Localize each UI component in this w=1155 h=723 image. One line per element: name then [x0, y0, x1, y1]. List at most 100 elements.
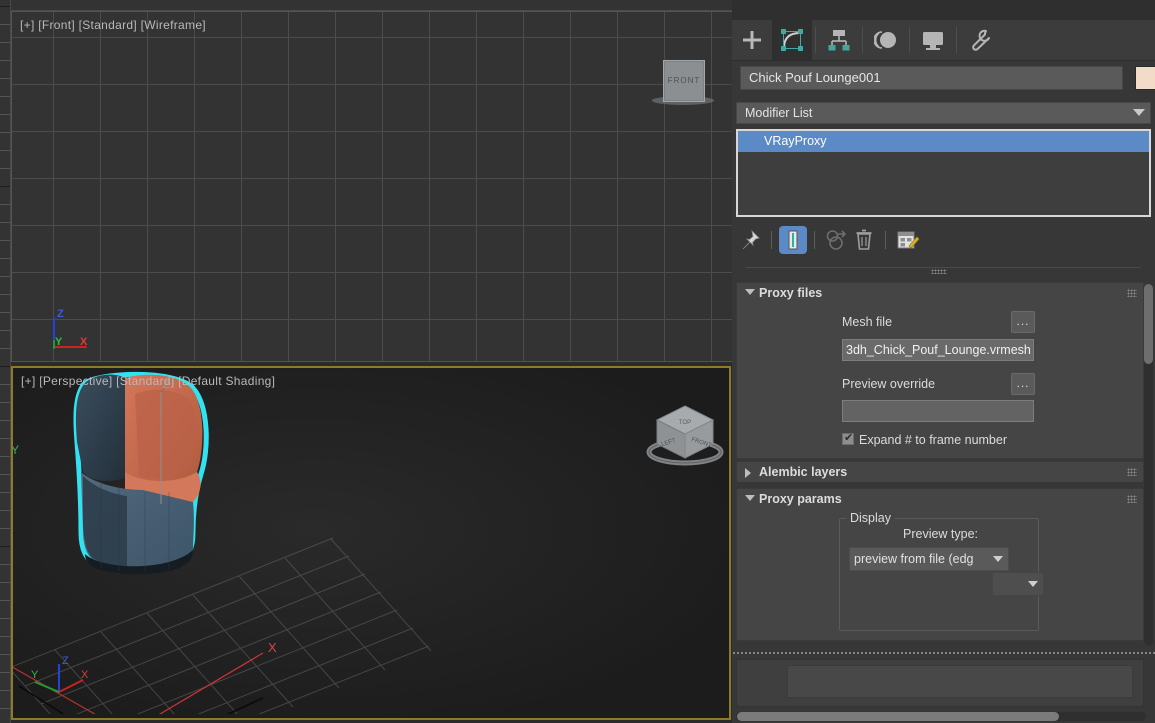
display-group-title: Display [846, 511, 895, 525]
motion-icon [874, 31, 896, 49]
preview-override-browse-button[interactable]: ... [1011, 373, 1035, 395]
tab-motion[interactable] [866, 20, 906, 60]
chevron-down-icon [1028, 581, 1038, 587]
front-viewcube[interactable]: FRONT [652, 60, 714, 108]
panel-resize-grip[interactable] [931, 269, 947, 274]
svg-text:Y: Y [13, 443, 19, 457]
show-end-result-icon[interactable] [779, 226, 807, 254]
plus-icon [743, 31, 761, 49]
rollout-proxy-files-header[interactable]: Proxy files [737, 283, 1143, 303]
stack-item-vrayproxy[interactable]: VRayProxy [738, 131, 1149, 152]
stack-sep-2 [814, 231, 815, 249]
modifier-stack[interactable]: VRayProxy [736, 129, 1151, 217]
object-name-row: Chick Pouf Lounge001 [740, 66, 1155, 90]
horizontal-ruler [0, 0, 732, 11]
tab-separator-2 [862, 27, 863, 53]
vscrollbar-thumb[interactable] [1144, 284, 1153, 364]
tab-hierarchy[interactable] [819, 20, 859, 60]
front-viewport-label[interactable]: [+] [Front] [Standard] [Wireframe] [20, 18, 206, 32]
object-name-field[interactable]: Chick Pouf Lounge001 [740, 66, 1123, 90]
preview-type-value: preview from file (edg [854, 552, 974, 566]
front-viewport[interactable]: [+] [Front] [Standard] [Wireframe] FRONT… [11, 11, 733, 362]
svg-text:TOP: TOP [679, 420, 691, 426]
rollout-grip-icon [1127, 495, 1137, 503]
modify-icon [781, 29, 803, 51]
mesh-file-field[interactable]: 3dh_Chick_Pouf_Lounge.vrmesh [842, 339, 1034, 361]
perspective-viewcube[interactable]: TOP LEFT FRONT [643, 400, 727, 472]
stack-sep-3 [885, 231, 886, 249]
hierarchy-icon [828, 30, 850, 51]
object-color-swatch[interactable] [1135, 66, 1155, 90]
modifier-list-dropdown[interactable]: Modifier List [736, 102, 1151, 124]
stack-sep-1 [771, 231, 772, 249]
rollout-proxy-params-title: Proxy params [759, 492, 842, 506]
svg-text:Y: Y [31, 669, 39, 681]
tab-separator-4 [956, 27, 957, 53]
axis-x-label: X [80, 336, 88, 348]
rollout-alembic-layers-title: Alembic layers [759, 465, 848, 479]
svg-text:X: X [81, 669, 89, 681]
panel-dotted-separator[interactable] [732, 651, 1155, 655]
command-panel-tabbar [732, 20, 1155, 61]
remove-modifier-icon[interactable] [850, 226, 878, 254]
max-main-window: [+] [Front] [Standard] [Wireframe] FRONT… [0, 0, 1155, 723]
command-panel-hscrollbar[interactable] [736, 712, 1146, 721]
command-panel: Chick Pouf Lounge001 Modifier List VRayP… [732, 0, 1155, 723]
rollout-alembic-layers: Alembic layers [736, 461, 1144, 482]
triangle-right-icon [745, 468, 751, 478]
vertical-ruler [0, 0, 11, 723]
pin-stack-icon[interactable] [736, 226, 764, 254]
tab-separator-3 [909, 27, 910, 53]
preview-type-label: Preview type: [903, 527, 979, 541]
bottom-sub-panel-inner [787, 665, 1133, 698]
command-panel-vscrollbar[interactable] [1144, 284, 1153, 646]
rollout-proxy-files-title: Proxy files [759, 286, 823, 300]
chevron-down-icon [993, 556, 1003, 562]
wrench-icon [972, 29, 990, 51]
expand-frame-checkbox[interactable] [842, 431, 854, 445]
rollout-proxy-params: Proxy params Display Preview type: previ… [736, 488, 1144, 641]
triangle-down-icon [745, 495, 755, 501]
rollout-alembic-layers-header[interactable]: Alembic layers [737, 462, 1143, 482]
mesh-file-label: Mesh file [842, 315, 893, 329]
chair-object: Z [73, 371, 209, 575]
svg-text:X: X [268, 640, 277, 655]
tab-utilities[interactable] [960, 20, 1000, 60]
front-axis-tripod: Z Y X [40, 300, 100, 355]
rollout-grip-icon [1127, 289, 1137, 297]
make-unique-icon[interactable] [822, 226, 850, 254]
perspective-scene: X Z [13, 371, 432, 714]
modifier-stack-toolbar [736, 223, 1151, 257]
front-grid [12, 12, 732, 361]
viewcube-front-face[interactable]: FRONT [663, 60, 705, 102]
hscrollbar-thumb[interactable] [737, 712, 1059, 721]
axis-y-label: Y [55, 336, 63, 348]
tab-modify[interactable] [772, 20, 812, 60]
chevron-down-icon [1133, 109, 1145, 116]
viewport-area: [+] [Front] [Standard] [Wireframe] FRONT… [0, 0, 733, 723]
display-icon [923, 32, 943, 50]
rollout-proxy-files: Proxy files Mesh file ... 3dh_Chick_Pouf… [736, 282, 1144, 459]
svg-text:Z: Z [62, 655, 69, 667]
preview-override-label: Preview override [842, 377, 936, 391]
preview-override-field[interactable] [842, 400, 1034, 422]
configure-modifier-sets-icon[interactable] [893, 226, 921, 254]
secondary-combo[interactable] [992, 572, 1044, 596]
tab-separator-1 [815, 27, 816, 53]
tab-create[interactable] [732, 20, 772, 60]
tab-display[interactable] [913, 20, 953, 60]
expand-frame-label: Expand # to frame number [859, 433, 1007, 447]
command-panel-top-strip [732, 0, 1155, 20]
preview-type-combo[interactable]: preview from file (edg [849, 547, 1009, 571]
bottom-sub-panel [736, 659, 1144, 707]
rollout-grip-icon [1127, 468, 1137, 476]
rollout-proxy-params-header[interactable]: Proxy params [737, 489, 1143, 509]
panel-divider [746, 267, 1141, 268]
triangle-down-icon [745, 289, 755, 295]
perspective-viewport-label[interactable]: [+] [Perspective] [Standard] [Default Sh… [21, 374, 275, 388]
mesh-file-browse-button[interactable]: ... [1011, 311, 1035, 333]
modifier-list-label: Modifier List [745, 106, 813, 120]
perspective-viewport[interactable]: [+] [Perspective] [Standard] [Default Sh… [11, 366, 731, 720]
axis-z-label: Z [57, 308, 64, 320]
viewcube-front-label: FRONT [667, 76, 701, 85]
